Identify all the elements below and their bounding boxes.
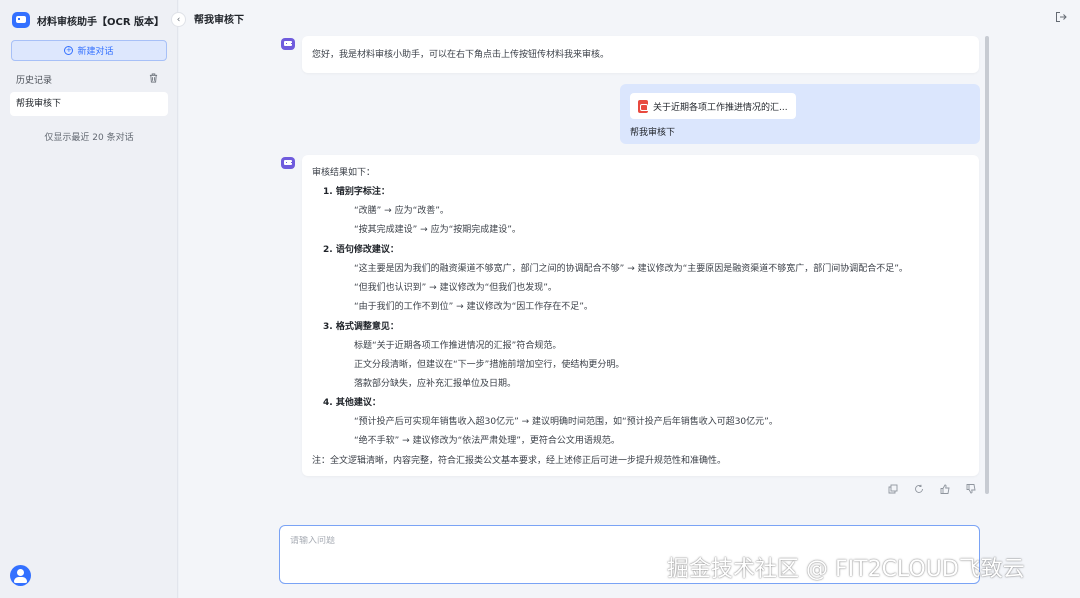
collapse-sidebar-button[interactable]: ‹ [171, 12, 186, 27]
result-note: 注：全文逻辑清晰，内容完整，符合汇报类公文基本要求，经上述修正后可进一步提升规范… [312, 456, 727, 466]
plus-circle-icon: + [64, 46, 74, 55]
section-item: “按其完成建设” → 应为“按期完成建设”。 [354, 225, 521, 235]
copy-icon[interactable] [888, 484, 898, 494]
chevron-left-icon: ‹ [176, 14, 181, 25]
section-item: “但我们也认识到” → 建议修改为“但我们也发现”。 [354, 283, 557, 293]
thumbs-down-icon[interactable] [966, 484, 976, 494]
section-item: “这主要是因为我们的融资渠道不够宽广，部门之间的协调配合不够” → 建议修改为“… [354, 264, 908, 274]
result-intro: 审核结果如下： [312, 168, 376, 178]
section-title: 1. 错别字标注： [323, 187, 390, 197]
section-item: 正文分段清晰，但建议在“下一步”措施前增加空行，使结构更分明。 [354, 360, 625, 370]
export-icon[interactable] [1055, 11, 1067, 23]
section-item: 落款部分缺失，应补充汇报单位及日期。 [354, 379, 517, 389]
question-input[interactable] [290, 536, 969, 546]
history-note: 仅显示最近 20 条对话 [44, 133, 134, 143]
app-header: 材料审核助手【OCR 版本】 [12, 11, 164, 29]
attached-file[interactable]: 关于近期各项工作推进情况的汇... [630, 93, 796, 119]
section-item: 标题“关于近期各项工作推进情况的汇报”符合规范。 [354, 341, 562, 351]
section-title: 4. 其他建议： [323, 398, 381, 408]
bot-icon [281, 157, 295, 169]
section-title: 3. 格式调整意见： [323, 322, 399, 332]
greeting-text: 您好，我是材料审核小助手，可以在右下角点击上传按钮传材料我来审核。 [312, 50, 610, 60]
trash-icon[interactable] [149, 73, 158, 83]
bot-icon [281, 38, 295, 50]
chat-scrollbar[interactable] [985, 36, 989, 494]
new-chat-button[interactable]: + 新建对话 [11, 40, 167, 61]
bot-greeting-message: 您好，我是材料审核小助手，可以在右下角点击上传按钮传材料我来审核。 [302, 36, 979, 73]
chat-main: 帮我审核下 您好，我是材料审核小助手，可以在右下角点击上传按钮传材料我来审核。 … [179, 0, 1080, 598]
app-title: 材料审核助手【OCR 版本】 [37, 16, 165, 28]
section-item: “绝不手软” → 建议修改为“依法严肃处理”，更符合公文用语规范。 [354, 436, 620, 446]
history-label: 历史记录 [16, 76, 53, 86]
chat-title: 帮我审核下 [194, 15, 244, 26]
user-message-text: 帮我审核下 [630, 128, 676, 138]
file-name: 关于近期各项工作推进情况的汇... [653, 102, 788, 113]
section-title: 2. 语句修改建议： [323, 245, 399, 255]
section-item: “预计投产后可实现年销售收入超30亿元” → 建议明确时间范围，如“预计投产后年… [354, 417, 778, 427]
watermark-text: 掘金技术社区 @ FIT2CLOUD飞致云 [667, 557, 1025, 582]
user-avatar-icon[interactable] [10, 565, 31, 586]
history-item[interactable]: 帮我审核下 [10, 92, 168, 116]
section-item: “改膳” → 应为“改善”。 [354, 206, 449, 216]
section-item: “由于我们的工作不到位” → 建议修改为“因工作存在不足”。 [354, 302, 593, 312]
pdf-icon [638, 99, 648, 113]
app-logo-icon [12, 12, 30, 28]
sidebar: 材料审核助手【OCR 版本】 + 新建对话 历史记录 帮我审核下 仅显示最近 2… [0, 0, 178, 598]
user-message: 关于近期各项工作推进情况的汇... 帮我审核下 [620, 84, 980, 144]
refresh-icon[interactable] [914, 484, 924, 494]
new-chat-label: 新建对话 [77, 47, 114, 57]
thumbs-up-icon[interactable] [940, 484, 950, 494]
bot-result-message: 审核结果如下： 1. 错别字标注： “改膳” → 应为“改善”。 “按其完成建设… [302, 155, 979, 476]
